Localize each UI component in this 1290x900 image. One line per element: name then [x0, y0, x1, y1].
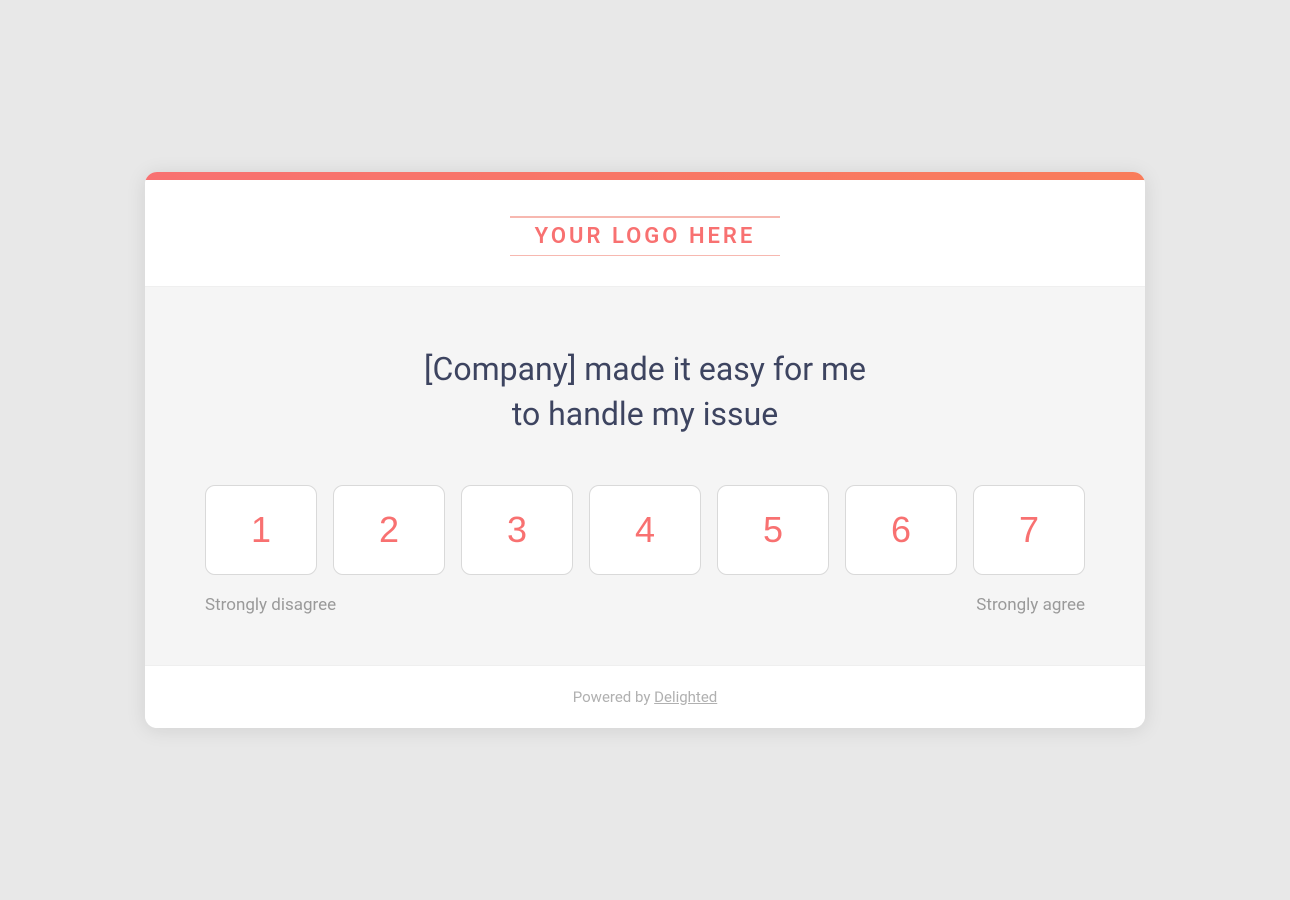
question-line1: [Company] made it easy for me	[424, 350, 866, 388]
powered-by-prefix: Powered by	[573, 688, 654, 706]
label-strongly-agree: Strongly agree	[976, 595, 1085, 615]
question-text: [Company] made it easy for me to handle …	[205, 347, 1085, 437]
rating-number-4: 4	[635, 509, 655, 551]
label-strongly-disagree: Strongly disagree	[205, 595, 336, 615]
card-accent-bar	[145, 172, 1145, 180]
rating-button-2[interactable]: 2	[333, 485, 445, 575]
rating-number-7: 7	[1019, 509, 1039, 551]
logo-line-bottom	[510, 255, 780, 257]
powered-by-text: Powered by Delighted	[573, 688, 718, 706]
rating-button-7[interactable]: 7	[973, 485, 1085, 575]
footer-section: Powered by Delighted	[145, 665, 1145, 728]
rating-button-3[interactable]: 3	[461, 485, 573, 575]
rating-button-5[interactable]: 5	[717, 485, 829, 575]
question-line2: to handle my issue	[512, 395, 778, 433]
rating-button-4[interactable]: 4	[589, 485, 701, 575]
rating-scale: 1 2 3 4 5 6 7	[205, 485, 1085, 575]
rating-button-6[interactable]: 6	[845, 485, 957, 575]
rating-number-3: 3	[507, 509, 527, 551]
survey-card: YOUR LOGO HERE [Company] made it easy fo…	[145, 172, 1145, 728]
main-section: [Company] made it easy for me to handle …	[145, 287, 1145, 665]
rating-number-1: 1	[251, 509, 271, 551]
rating-labels: Strongly disagree Strongly agree	[205, 595, 1085, 615]
logo-section: YOUR LOGO HERE	[145, 180, 1145, 287]
logo-line-top	[510, 216, 780, 218]
delighted-link[interactable]: Delighted	[654, 688, 717, 706]
rating-button-1[interactable]: 1	[205, 485, 317, 575]
logo-text: YOUR LOGO HERE	[535, 224, 756, 249]
rating-number-5: 5	[763, 509, 783, 551]
rating-number-6: 6	[891, 509, 911, 551]
rating-number-2: 2	[379, 509, 399, 551]
logo-placeholder: YOUR LOGO HERE	[510, 216, 780, 256]
